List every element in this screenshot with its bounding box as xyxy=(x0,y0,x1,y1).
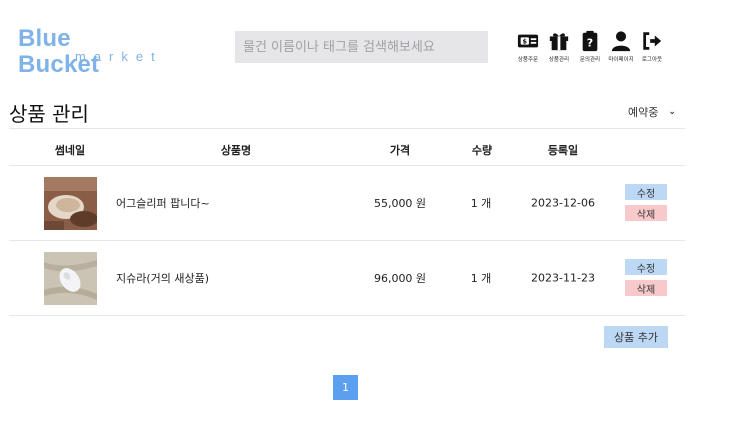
column-header-name: 상품명 xyxy=(220,144,252,157)
svg-text:?: ? xyxy=(587,37,593,50)
product-thumbnail[interactable] xyxy=(44,177,97,230)
search-input[interactable] xyxy=(235,31,488,63)
edit-button[interactable]: 수정 xyxy=(625,184,667,200)
table-row: 지슈라(거의 새상품) 96,000 원 1 개 2023-11-23 수정 삭… xyxy=(9,241,685,316)
chevron-down-icon: ⌄ xyxy=(668,107,676,117)
user-icon xyxy=(611,31,631,52)
product-price: 55,000 원 xyxy=(373,197,427,210)
status-filter-value: 예약중 xyxy=(628,106,659,119)
table-row: 어그슬리퍼 팝니다~ 55,000 원 1 개 2023-12-06 수정 삭제 xyxy=(9,166,685,241)
page-title: 상품 관리 xyxy=(9,102,89,126)
svg-text:$: $ xyxy=(523,37,528,45)
product-table: 썸네일 상품명 가격 수량 등록일 어그슬리퍼 팝니다~ 55,000 원 1 … xyxy=(9,128,685,316)
row-actions: 수정 삭제 xyxy=(625,259,667,296)
column-header-date: 등록일 xyxy=(547,144,579,157)
column-header-quantity: 수량 xyxy=(471,144,493,157)
money-icon: $ xyxy=(517,34,539,48)
nav-item-inquiries[interactable]: ? 문의관리 xyxy=(574,30,606,63)
nav-label-mypage: 마이페이지 xyxy=(608,57,634,63)
gift-icon xyxy=(549,33,569,51)
nav-item-products[interactable]: 상품관리 xyxy=(543,30,575,63)
slipper-photo xyxy=(44,177,97,230)
delete-button[interactable]: 삭제 xyxy=(625,205,667,221)
product-price: 96,000 원 xyxy=(373,272,427,285)
clipboard-question-icon: ? xyxy=(582,30,598,52)
logo[interactable]: Blue Bucket market xyxy=(18,26,158,78)
nav-item-mypage[interactable]: 마이페이지 xyxy=(605,30,637,63)
row-actions: 수정 삭제 xyxy=(625,184,667,221)
nav-item-order[interactable]: $ 상품주문 xyxy=(512,30,544,63)
status-filter-select[interactable]: 예약중 ⌄ xyxy=(628,104,676,120)
top-nav: $ 상품주문 상품관리 ? 문의관리 마이페이지 로그아웃 xyxy=(512,30,667,63)
nav-label-logout: 로그아웃 xyxy=(641,57,663,63)
table-header: 썸네일 상품명 가격 수량 등록일 xyxy=(9,128,685,166)
product-date: 2023-11-23 xyxy=(531,271,595,285)
delete-button[interactable]: 삭제 xyxy=(625,280,667,296)
product-date: 2023-12-06 xyxy=(531,196,595,210)
edit-button[interactable]: 수정 xyxy=(625,259,667,275)
nav-label-products: 상품관리 xyxy=(548,57,570,63)
product-name[interactable]: 어그슬리퍼 팝니다~ xyxy=(116,195,210,211)
product-name[interactable]: 지슈라(거의 새상품) xyxy=(116,270,209,286)
logo-subtitle: market xyxy=(75,49,163,64)
pagination-page-1[interactable]: 1 xyxy=(333,375,358,400)
product-thumbnail[interactable] xyxy=(44,252,97,305)
nav-label-inquiries: 문의관리 xyxy=(579,57,601,63)
product-quantity: 1 개 xyxy=(470,197,492,210)
logout-icon xyxy=(643,32,662,50)
add-product-button[interactable]: 상품 추가 xyxy=(604,326,668,348)
product-quantity: 1 개 xyxy=(470,272,492,285)
nav-item-logout[interactable]: 로그아웃 xyxy=(636,30,668,63)
mouse-photo xyxy=(44,252,97,305)
nav-label-order: 상품주문 xyxy=(517,57,539,63)
column-header-price: 가격 xyxy=(389,144,411,157)
column-header-thumbnail: 썸네일 xyxy=(54,144,86,157)
